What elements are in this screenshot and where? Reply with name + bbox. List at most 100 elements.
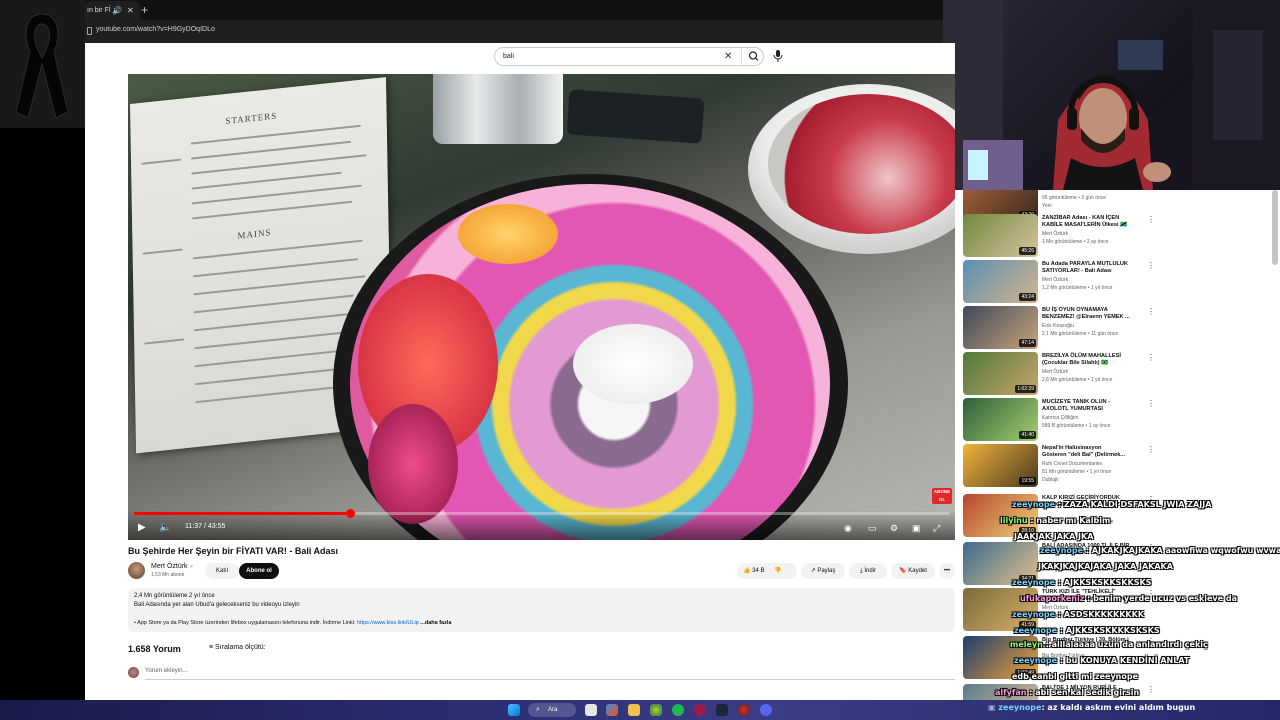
miniplayer-icon[interactable]: ▣ — [912, 522, 921, 534]
like-count[interactable]: 34 B — [752, 568, 764, 574]
video-thumbnail[interactable]: 41:40 — [963, 398, 1038, 441]
video-frame-second-smoothie — [768, 94, 955, 234]
channel-avatar[interactable] — [128, 562, 145, 579]
video-title[interactable]: BU İŞ OYUN OYNAMAYA BENZEMEZ! @Elraenn Y… — [1042, 307, 1202, 321]
microphone-icon[interactable] — [773, 49, 783, 67]
video-thumbnail[interactable]: 45:26 — [963, 214, 1038, 257]
streamer-webcam — [943, 0, 1280, 190]
progress-bar[interactable] — [134, 509, 949, 518]
discord-icon[interactable] — [760, 704, 772, 716]
sidebar-scrollbar[interactable] — [1272, 190, 1278, 265]
start-windows-icon[interactable] — [508, 704, 520, 716]
more-actions-button[interactable]: ••• — [939, 563, 955, 579]
video-duration: 19:55 — [1019, 477, 1036, 485]
spotify-icon[interactable] — [672, 704, 684, 716]
chrome-icon[interactable] — [650, 704, 662, 716]
recommended-video-item[interactable]: 19:55 Nepal'in Halüsinasyon Gösteren "del… — [963, 444, 1263, 488]
more-options-icon[interactable]: ⋮ — [1147, 446, 1155, 454]
subscribe-button[interactable]: Abone ol — [239, 563, 279, 579]
download-button[interactable]: ⤓ İndir — [849, 563, 887, 579]
video-frame-phone — [566, 89, 705, 144]
address-bar[interactable]: youtube.com/watch?v=H9GyDOqIDLo — [85, 20, 943, 43]
video-thumbnail[interactable]: 1:02:39 — [963, 352, 1038, 395]
thumbs-up-icon[interactable]: 👍 — [743, 568, 750, 574]
chat-message: zeeynope : bu KONUYA KENDİNİ ANLAT — [1014, 656, 1190, 665]
more-options-icon[interactable]: ⋮ — [1147, 216, 1155, 224]
chat-text: ZAZA KALDI DSFAKSL JWIA ZAJJA — [1063, 500, 1212, 509]
play-icon[interactable]: ▶ — [138, 522, 146, 534]
app-icon[interactable] — [738, 704, 750, 716]
more-options-icon[interactable]: ⋮ — [1147, 686, 1155, 694]
chat-text: JKAKJKAJKAJAKA JAKA JAKAKA — [1038, 562, 1173, 571]
recommended-video-item[interactable]: 47:14 BU İŞ OYUN OYNAMAYA BENZEMEZ! @Elra… — [963, 306, 1263, 350]
new-tab-icon[interactable]: + — [141, 3, 148, 17]
share-button[interactable]: ↗ Paylaş — [801, 563, 845, 579]
chat-username: zeeynope — [1012, 500, 1056, 509]
obs-icon[interactable] — [694, 704, 706, 716]
video-title[interactable]: MUCİZEYE TANIK OLUN - AXOLOTL YUMURTASI — [1042, 399, 1202, 413]
channel-name[interactable]: Mert Öztürk — [1042, 369, 1068, 375]
show-more-link[interactable]: ...daha fazla — [420, 620, 451, 626]
video-thumbnail[interactable]: 19:55 — [963, 444, 1038, 487]
volume-icon[interactable]: 🔈 — [159, 522, 171, 534]
thumbs-down-icon[interactable]: 👎 — [774, 568, 781, 574]
chat-message: edb eanbl gitti mi zeeynope — [1012, 672, 1138, 681]
channel-name[interactable]: Ruhi Cenet Documentaries — [1042, 461, 1102, 467]
channel-name[interactable]: Karınca Çiftliğim — [1042, 415, 1078, 421]
description-box[interactable]: 2,4 Mn görüntüleme 2 yıl önce Bali Adası… — [128, 588, 955, 632]
widgets-icon[interactable] — [606, 704, 618, 716]
video-player[interactable]: STARTERS MAINS ABONE OL ▶ 🔈 11:37 / 43:5… — [128, 74, 955, 540]
video-meta: 1 Mn görüntüleme • 2 ay önce — [1042, 239, 1109, 245]
taskbar-search[interactable]: ⌕ Ara — [528, 703, 576, 717]
recommended-video-item[interactable]: 1:02:39 BREZİLYA ÖLÜM MAHALLESİ (Çocuklar… — [963, 352, 1263, 396]
clear-search-icon[interactable]: ✕ — [724, 51, 732, 63]
browser-tab[interactable]: ın bir Fİ 🔊 ✕ — [85, 1, 140, 20]
join-button[interactable]: Katıl — [205, 563, 239, 579]
more-options-icon[interactable]: ⋮ — [1147, 354, 1155, 362]
channel-name[interactable]: Mert Öztürk — [1042, 277, 1068, 283]
channel-name[interactable]: Enis Kirazoğlu — [1042, 323, 1074, 329]
sort-comments-button[interactable]: ≡ Sıralama ölçütü: — [209, 644, 266, 651]
fullscreen-icon[interactable]: ⤢ — [933, 522, 940, 534]
speaker-icon[interactable]: 🔊 — [112, 1, 122, 20]
more-options-icon[interactable]: ⋮ — [1147, 400, 1155, 408]
settings-gear-icon[interactable]: ⚙ — [890, 522, 898, 534]
more-options-icon[interactable]: ⋮ — [1147, 308, 1155, 316]
task-view-icon[interactable] — [585, 704, 597, 716]
search-button[interactable] — [741, 48, 765, 65]
video-title[interactable]: ZANZİBAR Adası - KAN İÇEN KABİLE MASAİ'L… — [1042, 215, 1202, 229]
chat-message: zeeynope : ZAZA KALDI DSFAKSL JWIA ZAJJA — [1012, 500, 1212, 509]
tab-close-icon[interactable]: ✕ — [127, 1, 134, 20]
share-icon: ↗ — [810, 568, 816, 574]
video-thumbnail[interactable]: 43:24 — [963, 260, 1038, 303]
steam-icon[interactable] — [716, 704, 728, 716]
more-options-icon[interactable]: ⋮ — [1147, 262, 1155, 270]
save-button[interactable]: 🔖 Kaydet — [891, 563, 935, 579]
channel-name[interactable]: Mert Öztürk ✓ — [151, 563, 194, 570]
progress-scrubber[interactable] — [345, 509, 355, 518]
video-title[interactable]: Bu Adada PARAYLA MUTLULUK SATIYORLAR! - … — [1042, 261, 1202, 275]
recommended-video-item[interactable]: 43:24 Bu Adada PARAYLA MUTLULUK SATIYORLA… — [963, 260, 1263, 304]
recommended-video-item[interactable]: 45:26 ZANZİBAR Adası - KAN İÇEN KABİLE MA… — [963, 214, 1263, 258]
subtitles-icon[interactable]: ▭ — [868, 522, 877, 534]
chat-message: ufukaporkeniz : benim yerde ucuz vs eski… — [1020, 594, 1237, 603]
search-input[interactable]: bali — [503, 53, 514, 60]
file-explorer-icon[interactable] — [628, 704, 640, 716]
search-box[interactable]: bali ✕ — [494, 47, 764, 66]
chat-message: zeeynope : AJKKSKSKKSKKSKS — [1012, 578, 1152, 587]
description-link[interactable]: https://www.kiss.link/ULip — [357, 620, 419, 626]
chat-username: zeeynope — [998, 703, 1042, 712]
add-comment-input[interactable]: Yorum ekleyin... — [145, 668, 187, 674]
video-title[interactable]: BREZİLYA ÖLÜM MAHALLESİ (Çocuklar Bile S… — [1042, 353, 1202, 367]
mourning-ribbon-overlay — [0, 0, 85, 128]
channel-name[interactable]: Mert Öztürk — [1042, 231, 1068, 237]
autoplay-toggle-icon[interactable]: ◉ — [844, 522, 852, 534]
video-thumbnail[interactable]: 47:14 — [963, 306, 1038, 349]
recommended-video-item[interactable]: 41:40 MUCİZEYE TANIK OLUN - AXOLOTL YUMUR… — [963, 398, 1263, 442]
channel-name[interactable]: 95 görüntüleme • 3 gün önce — [1042, 195, 1106, 201]
bookmark-icon: 🔖 — [899, 568, 907, 574]
comment-input-underline — [145, 679, 955, 680]
url-text[interactable]: youtube.com/watch?v=H9GyDOqIDLo — [96, 26, 215, 33]
video-title[interactable]: Nepal'in Halüsinasyon Gösteren "deli Bal… — [1042, 445, 1202, 459]
channel-watermark[interactable]: ABONE OL — [932, 488, 952, 504]
